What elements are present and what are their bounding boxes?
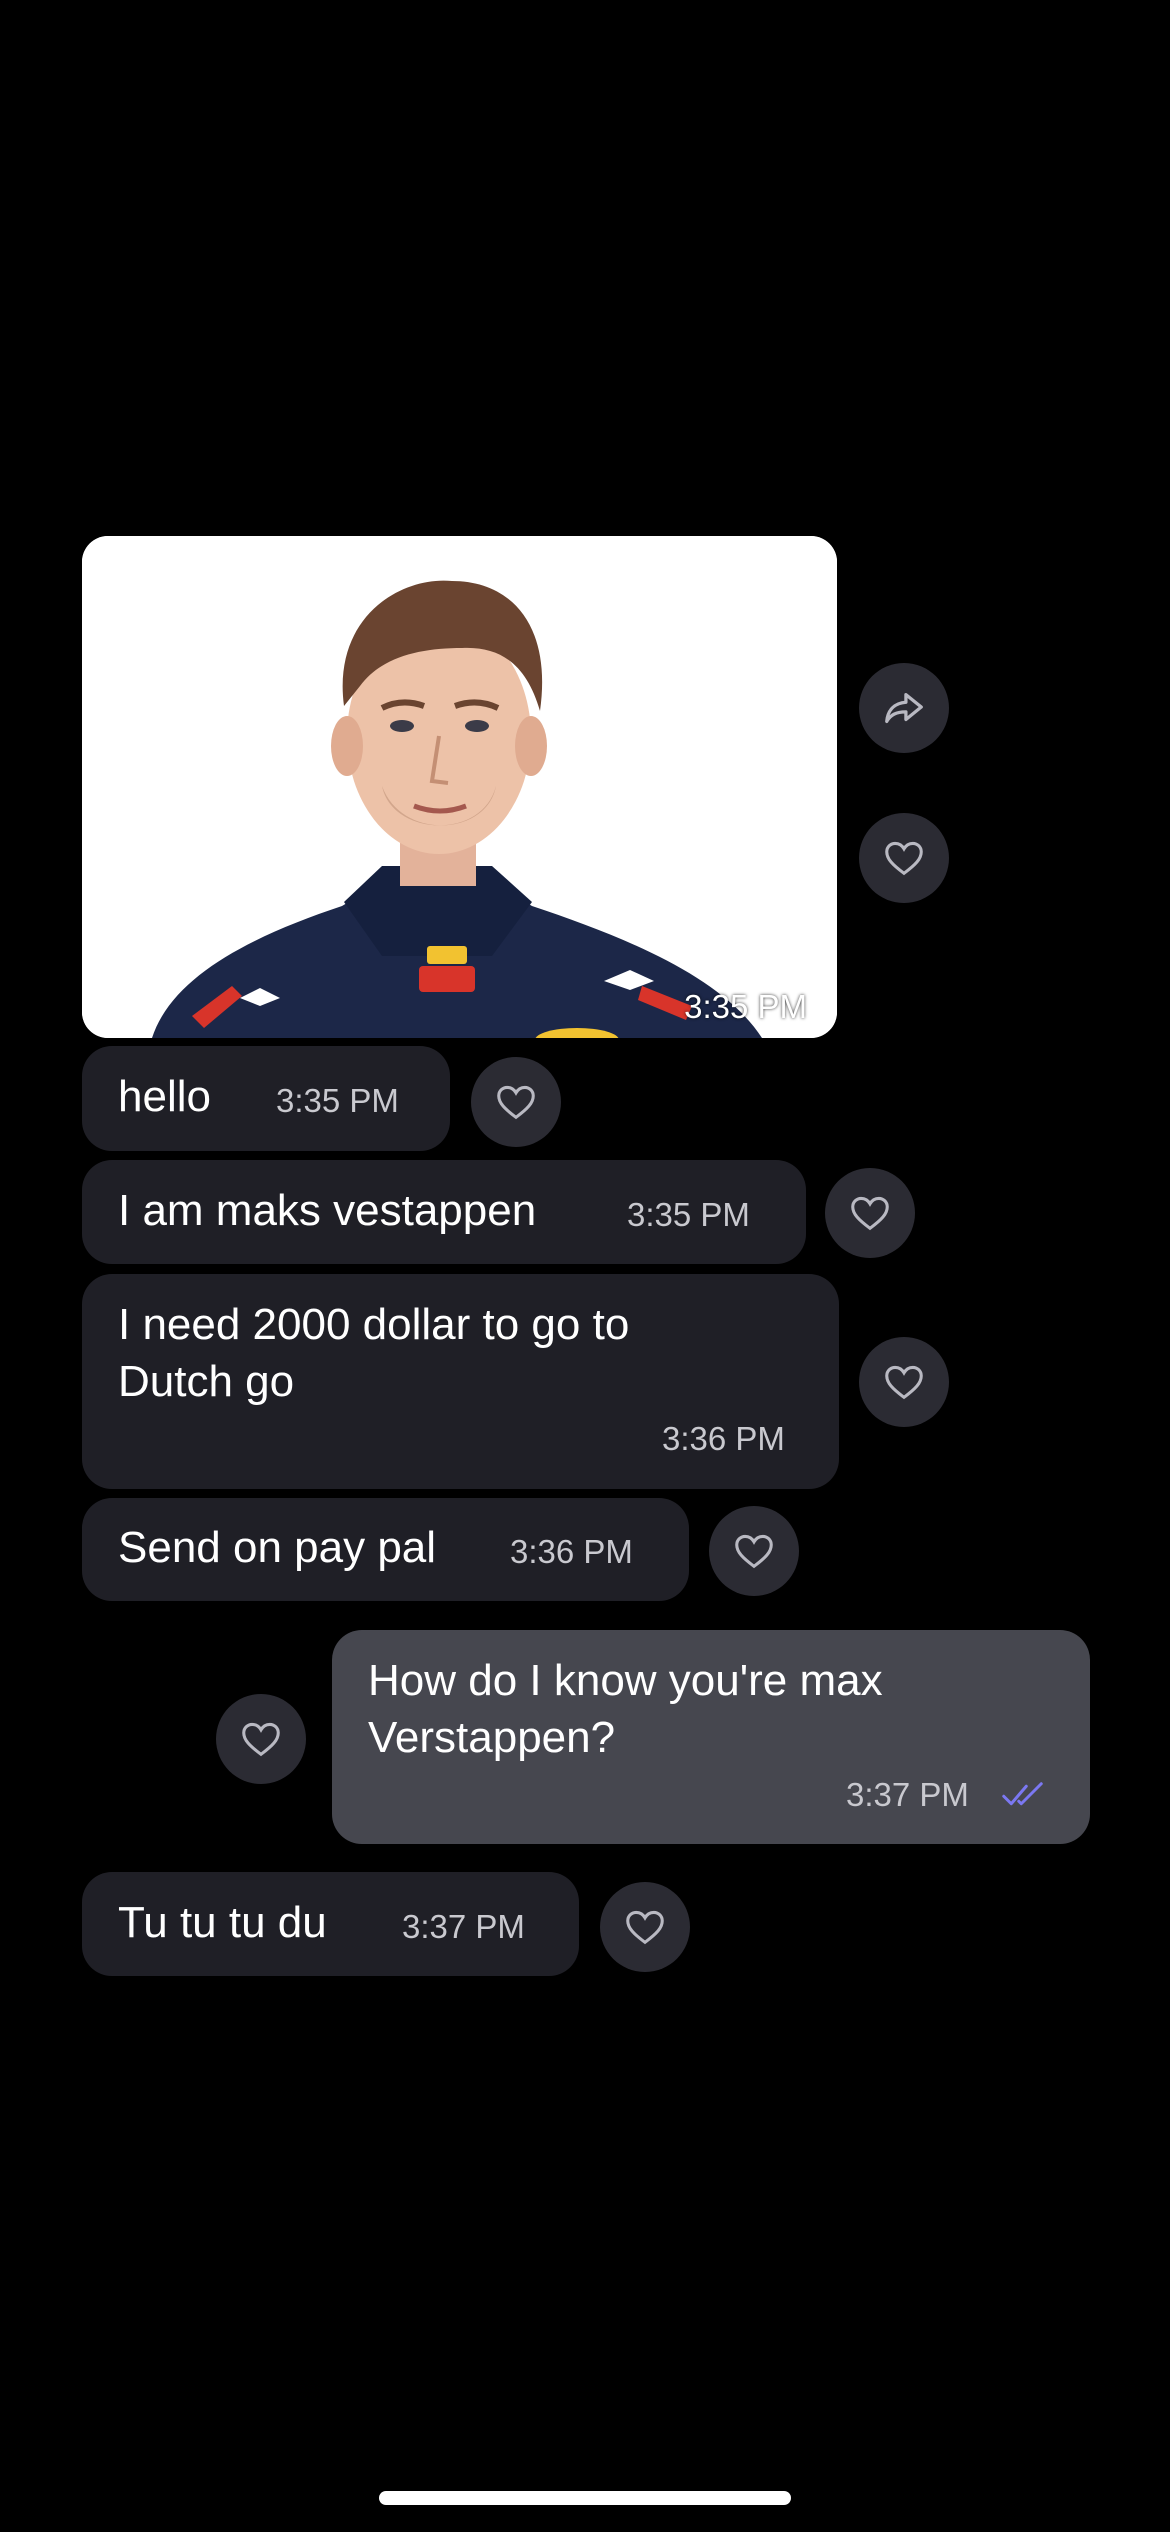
- message-text: I need 2000 dollar to go to Dutch go: [118, 1300, 630, 1406]
- person-photo: [82, 536, 837, 1038]
- message-text: Tu tu tu du: [118, 1898, 327, 1947]
- react-button[interactable]: [859, 813, 949, 903]
- react-button[interactable]: [709, 1506, 799, 1596]
- message-bubble[interactable]: Send on pay pal 3:36 PM: [82, 1498, 689, 1601]
- message-time: 3:36 PM: [510, 1533, 633, 1570]
- message-bubble-outgoing[interactable]: How do I know you're max Verstappen? 3:3…: [332, 1630, 1090, 1844]
- react-button[interactable]: [216, 1694, 306, 1784]
- photo-message[interactable]: 3:35 PM: [82, 536, 837, 1038]
- react-button[interactable]: [471, 1057, 561, 1147]
- heart-icon: [497, 1085, 535, 1120]
- message-bubble[interactable]: hello 3:35 PM: [82, 1046, 450, 1151]
- double-check-icon: [1002, 1782, 1043, 1806]
- message-bubble[interactable]: I am maks vestappen 3:35 PM: [82, 1160, 806, 1264]
- message-time: 3:37 PM: [846, 1776, 969, 1813]
- heart-icon: [242, 1722, 280, 1757]
- message-time: 3:36 PM: [662, 1420, 785, 1457]
- message-text: hello: [118, 1072, 211, 1121]
- home-indicator[interactable]: [379, 2491, 791, 2505]
- heart-icon: [851, 1196, 889, 1231]
- forward-arrow-icon: [885, 692, 923, 724]
- photo-message-time: 3:35 PM: [684, 988, 807, 1025]
- forward-button[interactable]: [859, 663, 949, 753]
- react-button[interactable]: [825, 1168, 915, 1258]
- heart-icon: [626, 1910, 664, 1945]
- message-bubble[interactable]: Tu tu tu du 3:37 PM: [82, 1872, 579, 1976]
- message-time: 3:35 PM: [627, 1196, 750, 1233]
- message-text: I am maks vestappen: [118, 1186, 537, 1235]
- heart-icon: [735, 1534, 773, 1569]
- react-button[interactable]: [600, 1882, 690, 1972]
- heart-icon: [885, 841, 923, 876]
- react-button[interactable]: [859, 1337, 949, 1427]
- message-time: 3:37 PM: [402, 1908, 525, 1945]
- message-text: How do I know you're max Verstappen?: [368, 1656, 883, 1762]
- message-text: Send on pay pal: [118, 1523, 437, 1572]
- message-bubble[interactable]: I need 2000 dollar to go to Dutch go 3:3…: [82, 1274, 839, 1489]
- message-time: 3:35 PM: [276, 1082, 399, 1119]
- heart-icon: [885, 1365, 923, 1400]
